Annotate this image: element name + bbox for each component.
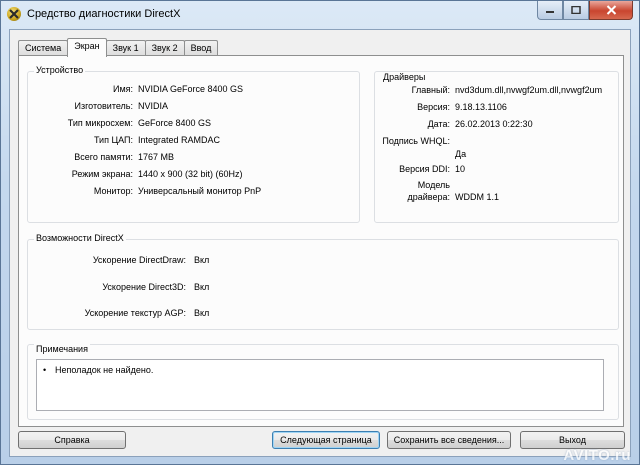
device-row-monitor: Монитор: Универсальный монитор PnP (28, 186, 361, 200)
driver-value: 26.02.2013 0:22:30 (455, 119, 533, 129)
driver-label: Версия DDI: (399, 164, 450, 174)
tab-sound-2[interactable]: Звук 2 (144, 40, 185, 56)
feature-label: Ускорение Direct3D: (102, 282, 186, 292)
note-item: • Неполадок не найдено. (43, 365, 153, 375)
driver-value: Да (455, 149, 467, 159)
directx-icon (7, 7, 21, 21)
device-value: 1767 MB (138, 152, 175, 162)
window-controls (537, 1, 633, 21)
title-bar[interactable]: Средство диагностики DirectX (1, 1, 639, 29)
tab-system[interactable]: Система (18, 40, 69, 56)
feature-row-agp: Ускорение текстур AGP: Вкл (28, 308, 620, 322)
maximize-icon (571, 6, 581, 14)
feature-row-direct3d: Ускорение Direct3D: Вкл (28, 282, 620, 296)
feature-label: Ускорение DirectDraw: (92, 255, 186, 265)
device-row-manufacturer: Изготовитель: NVIDIA (28, 101, 361, 115)
note-text: Неполадок не найдено. (55, 365, 154, 375)
bullet-icon: • (43, 365, 47, 375)
device-value: 1440 x 900 (32 bit) (60Hz) (138, 169, 243, 179)
close-button[interactable] (589, 1, 633, 20)
device-value: NVIDIA (138, 101, 169, 111)
driver-value: WDDM 1.1 (455, 192, 500, 202)
driver-row-ddi: Версия DDI: 10 (375, 164, 618, 178)
device-row-total-memory: Всего памяти: 1767 MB (28, 152, 361, 166)
window-client-area: Система Экран Звук 1 Звук 2 Ввод Устройс… (9, 29, 631, 457)
driver-value: 10 (455, 164, 466, 174)
driver-label: Дата: (427, 119, 450, 129)
device-row-dac-type: Тип ЦАП: Integrated RAMDAC (28, 135, 361, 149)
device-value: Integrated RAMDAC (138, 135, 221, 145)
device-label: Монитор: (93, 186, 133, 196)
feature-label: Ускорение текстур AGP: (84, 308, 186, 318)
device-group-title: Устройство (34, 65, 86, 75)
notes-group: Примечания • Неполадок не найдено. (27, 344, 619, 420)
feature-value: Вкл (194, 308, 210, 318)
notes-textbox[interactable]: • Неполадок не найдено. (36, 359, 604, 411)
tab-display[interactable]: Экран (67, 38, 107, 57)
device-row-display-mode: Режим экрана: 1440 x 900 (32 bit) (60Hz) (28, 169, 361, 183)
display-tab-panel: Устройство Имя: NVIDIA GeForce 8400 GS И… (18, 55, 624, 427)
device-row-chip-type: Тип микросхем: GeForce 8400 GS (28, 118, 361, 132)
device-group: Устройство Имя: NVIDIA GeForce 8400 GS И… (27, 65, 361, 223)
window-title: Средство диагностики DirectX (27, 8, 181, 20)
driver-value: 9.18.13.1106 (455, 102, 507, 112)
driver-label: Модель (417, 180, 450, 190)
save-all-info-button[interactable]: Сохранить все сведения... (387, 431, 511, 449)
features-group-title: Возможности DirectX (34, 233, 126, 243)
next-page-button[interactable]: Следующая страница (272, 431, 380, 449)
avito-watermark: AVITO.ru (563, 447, 631, 464)
device-label: Всего памяти: (74, 152, 133, 162)
device-row-name: Имя: NVIDIA GeForce 8400 GS (28, 84, 361, 98)
device-label: Режим экрана: (71, 169, 133, 179)
device-label: Тип микросхем: (67, 118, 133, 128)
device-label: Изготовитель: (74, 101, 134, 111)
notes-group-title: Примечания (34, 344, 90, 354)
driver-label: Версия: (417, 102, 450, 112)
directx-features-group: Возможности DirectX Ускорение DirectDraw… (27, 233, 620, 330)
driver-value: nvd3dum.dll,nvwgf2um.dll,nvwgf2um (455, 85, 603, 95)
drivers-group-title: Драйверы (381, 72, 428, 82)
driver-row-whql: Подпись WHQL: Да (375, 136, 618, 164)
directx-diagnostic-window: Средство диагностики DirectX Система Экр… (0, 0, 640, 465)
drivers-group: Драйверы Главный: nvd3dum.dll,nvwgf2um.d… (374, 71, 619, 223)
driver-label: Главный: (411, 85, 450, 95)
device-label: Тип ЦАП: (93, 135, 133, 145)
close-icon (606, 5, 616, 15)
minimize-button[interactable] (537, 1, 563, 20)
driver-label: драйвера: (407, 192, 451, 202)
help-button[interactable]: Справка (18, 431, 126, 449)
driver-row-main: Главный: nvd3dum.dll,nvwgf2um.dll,nvwgf2… (375, 85, 618, 99)
driver-label: Подпись WHQL: (382, 136, 450, 146)
maximize-button[interactable] (563, 1, 589, 20)
driver-row-date: Дата: 26.02.2013 0:22:30 (375, 119, 618, 133)
device-value: NVIDIA GeForce 8400 GS (138, 84, 244, 94)
driver-row-model: Модель драйвера: WDDM 1.1 (375, 180, 618, 208)
tab-strip: Система Экран Звук 1 Звук 2 Ввод (18, 38, 219, 57)
tab-sound-1[interactable]: Звук 1 (105, 40, 146, 56)
minimize-icon (546, 11, 554, 13)
feature-value: Вкл (194, 282, 210, 292)
feature-row-directdraw: Ускорение DirectDraw: Вкл (28, 255, 620, 269)
feature-value: Вкл (194, 255, 210, 265)
device-label: Имя: (112, 84, 133, 94)
tab-input[interactable]: Ввод (183, 40, 219, 56)
device-value: GeForce 8400 GS (138, 118, 212, 128)
driver-row-version: Версия: 9.18.13.1106 (375, 102, 618, 116)
device-value: Универсальный монитор PnP (138, 186, 262, 196)
